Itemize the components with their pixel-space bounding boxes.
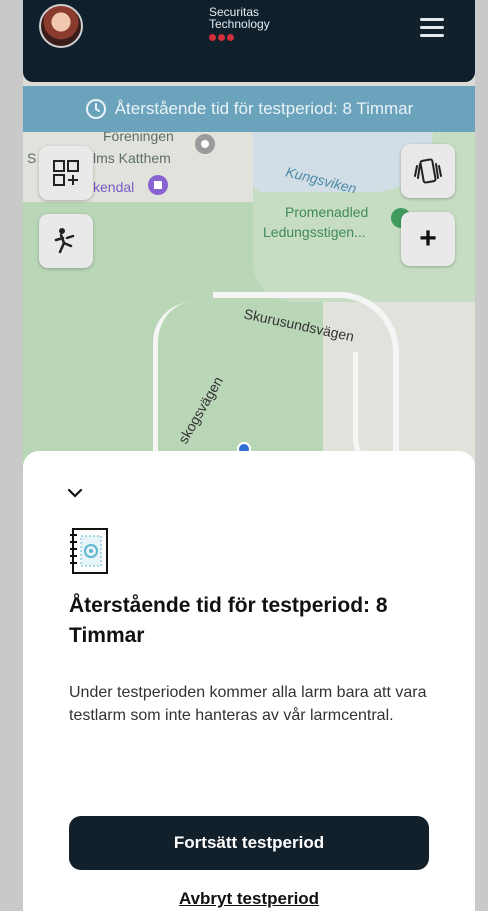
logo-dots [209,34,270,41]
cancel-testperiod-link[interactable]: Avbryt testperiod [23,889,475,909]
map-label-katthem: lms Katthem [93,150,171,166]
logo-line2: Technology [209,17,270,31]
top-bar: Securitas Technology [23,0,475,82]
fall-detection-button[interactable] [39,214,93,268]
zoom-in-button[interactable]: + [401,212,455,266]
map-label-ledungsstigen: Ledungsstigen... [263,224,366,240]
testperiod-banner: Återstående tid för testperiod: 8 Timmar [23,86,475,132]
hamburger-menu-icon[interactable] [420,18,444,37]
map-poi-icon[interactable] [147,174,169,196]
banner-text: Återstående tid för testperiod: 8 Timmar [114,99,414,118]
vibrate-button[interactable] [401,144,455,198]
securitas-logo: Securitas Technology [209,6,270,41]
zoom-in-icon: + [419,222,437,255]
fall-detection-icon [54,228,75,254]
sheet-title: Återstående tid för testperiod: 8 Timmar [69,594,388,647]
sheet-description: Under testperioden kommer alla larm bara… [69,684,427,724]
map-label-kendal: kendal [93,179,135,195]
add-widget-grid-icon [53,160,79,186]
vibrate-phone-icon [414,158,442,184]
clock-icon [85,99,106,119]
add-widget-button[interactable] [39,146,93,200]
chevron-down-icon[interactable] [67,487,83,499]
map-pin-icon[interactable] [193,132,217,156]
bottom-sheet: Återstående tid för testperiod: 8 Timmar… [23,451,475,911]
continue-testperiod-button[interactable]: Fortsätt testperiod [69,816,429,870]
app-screen: Securitas Technology Återstående tid för… [23,0,475,911]
map-label-s: S [27,150,37,166]
map-label-promenadled: Promenadled [285,204,369,220]
notebook-icon [70,528,108,574]
avatar[interactable] [39,4,83,48]
